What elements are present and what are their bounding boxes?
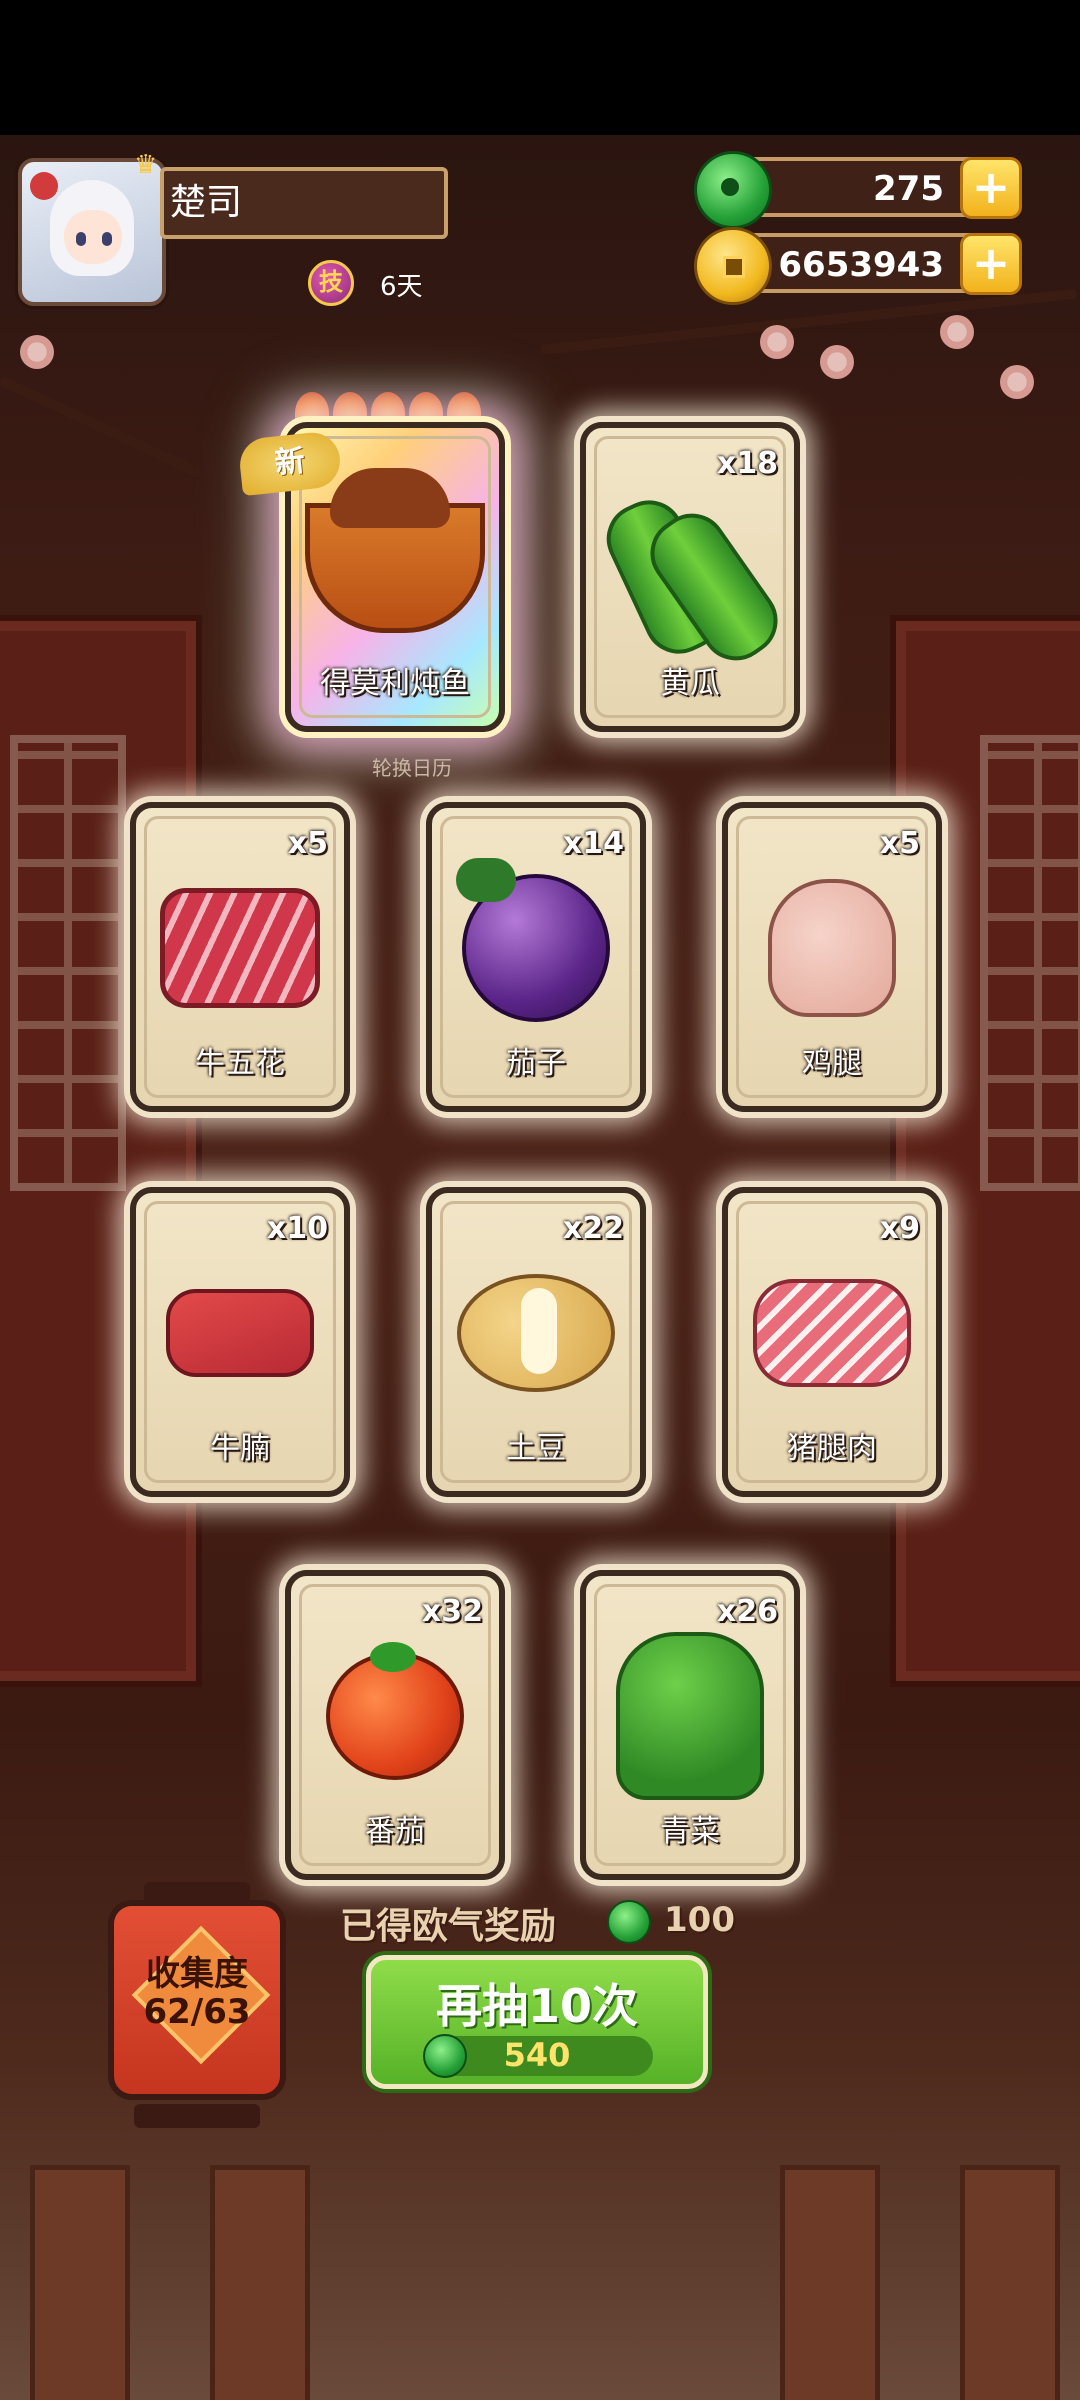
card-label: 青菜 bbox=[660, 1814, 720, 1849]
draw-10-button[interactable]: 再抽10次 540 bbox=[366, 1955, 708, 2089]
right-window-lattice bbox=[980, 735, 1080, 1191]
card-count: x9 bbox=[879, 1211, 920, 1246]
beef-belly-icon bbox=[160, 888, 320, 1008]
card-item[interactable]: x5 鸡腿 bbox=[722, 802, 942, 1112]
player-avatar[interactable] bbox=[18, 158, 166, 306]
card-count: x26 bbox=[716, 1594, 778, 1629]
collection-value: 62/63 bbox=[143, 1992, 251, 2032]
fence-post bbox=[780, 2165, 880, 2400]
draw-cost: 540 bbox=[503, 2036, 571, 2074]
jade-icon bbox=[694, 151, 772, 229]
player-name[interactable]: 楚司 bbox=[160, 167, 448, 239]
card-item[interactable]: x26 青菜 bbox=[580, 1570, 800, 1880]
cucumber-icon bbox=[595, 488, 792, 675]
brisket-icon bbox=[166, 1289, 314, 1377]
fence-post bbox=[960, 2165, 1060, 2400]
card-label: 鸡腿 bbox=[802, 1046, 862, 1081]
card-label: 牛五花 bbox=[195, 1046, 285, 1081]
draw-button-label: 再抽10次 bbox=[435, 1979, 638, 2033]
collection-title: 收集度 bbox=[146, 1954, 248, 1994]
eggplant-icon bbox=[456, 858, 610, 1022]
crown-icon: ♛ bbox=[134, 150, 158, 180]
card-item[interactable]: x18 黄瓜 bbox=[580, 422, 800, 732]
add-jade-button[interactable]: + bbox=[960, 157, 1022, 219]
card-item[interactable]: x22 土豆 bbox=[426, 1187, 646, 1497]
card-item[interactable]: x5 牛五花 bbox=[130, 802, 350, 1112]
greens-icon bbox=[616, 1632, 764, 1800]
status-bar-area bbox=[0, 0, 1080, 135]
jade-currency: 275 + bbox=[694, 151, 1022, 229]
blossom-icon bbox=[940, 315, 974, 349]
calendar-label: 轮换日历 bbox=[372, 756, 452, 780]
skill-badge-icon[interactable]: 技 bbox=[308, 260, 354, 306]
card-label: 茄子 bbox=[506, 1046, 566, 1081]
add-coins-button[interactable]: + bbox=[960, 233, 1022, 295]
luck-reward-label: 已得欧气奖励 bbox=[340, 1906, 557, 1947]
blossom-icon bbox=[820, 345, 854, 379]
blossom-icon bbox=[20, 335, 54, 369]
coin-icon bbox=[694, 227, 772, 305]
card-count: x5 bbox=[287, 826, 328, 861]
potato-icon bbox=[457, 1274, 615, 1392]
blossom-icon bbox=[760, 325, 794, 359]
card-label: 土豆 bbox=[506, 1431, 566, 1466]
card-count: x10 bbox=[266, 1211, 328, 1246]
card-count: x32 bbox=[421, 1594, 483, 1629]
card-item[interactable]: x9 猪腿肉 bbox=[722, 1187, 942, 1497]
card-item[interactable]: x32 番茄 bbox=[285, 1570, 505, 1880]
blossom-branch-right bbox=[539, 288, 1078, 355]
left-window-lattice bbox=[10, 735, 126, 1191]
jade-icon bbox=[607, 1900, 651, 1944]
tomato-icon bbox=[326, 1642, 464, 1780]
pork-leg-icon bbox=[753, 1279, 911, 1387]
blossom-branch-left bbox=[0, 375, 202, 478]
luck-reward-value: 100 bbox=[664, 1900, 735, 1940]
card-item[interactable]: x14 茄子 bbox=[426, 802, 646, 1112]
drumstick-icon bbox=[768, 879, 896, 1017]
fence-post bbox=[210, 2165, 310, 2400]
card-count: x18 bbox=[716, 446, 778, 481]
jade-amount: 275 bbox=[873, 169, 944, 209]
skill-days: 6天 bbox=[380, 272, 423, 302]
fence-post bbox=[30, 2165, 130, 2400]
stewed-fish-icon bbox=[305, 468, 485, 633]
card-label: 黄瓜 bbox=[660, 666, 720, 701]
collection-lantern[interactable]: 收集度 62/63 bbox=[108, 1882, 286, 2128]
coin-currency: 6653943 + bbox=[694, 227, 1022, 305]
card-label: 牛腩 bbox=[210, 1431, 270, 1466]
blossom-icon bbox=[1000, 365, 1034, 399]
card-count: x5 bbox=[879, 826, 920, 861]
card-item[interactable]: x10 牛腩 bbox=[130, 1187, 350, 1497]
card-label: 猪腿肉 bbox=[787, 1431, 877, 1466]
card-count: x22 bbox=[562, 1211, 624, 1246]
card-label: 番茄 bbox=[365, 1814, 425, 1849]
card-label: 得莫利炖鱼 bbox=[320, 666, 470, 701]
card-count: x14 bbox=[562, 826, 624, 861]
coin-amount: 6653943 bbox=[778, 245, 944, 285]
